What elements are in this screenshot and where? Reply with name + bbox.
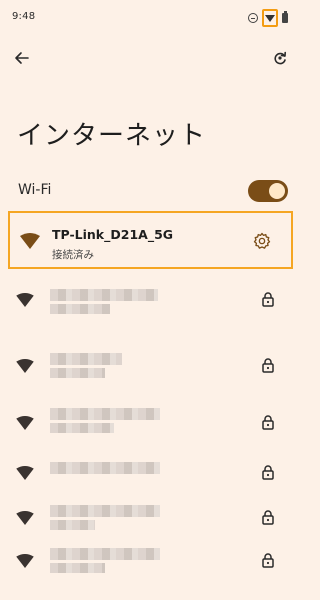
network-name-redacted	[50, 462, 160, 474]
network-name: TP-Link_D21A_5G	[52, 227, 174, 242]
back-button[interactable]	[10, 46, 34, 70]
lock-icon	[262, 553, 274, 568]
network-list-item[interactable]	[0, 533, 300, 591]
internet-settings-screen: 9:48 インターネット Wi-Fi TP-Link_D21A_5G 接続済み	[0, 0, 300, 600]
refresh-button[interactable]	[268, 46, 292, 70]
network-name-redacted	[50, 289, 158, 301]
page-title: インターネット	[17, 121, 207, 151]
wifi-icon	[16, 416, 34, 430]
network-name-redacted	[50, 353, 122, 365]
status-bar: 9:48	[0, 0, 300, 36]
wifi-icon	[20, 233, 40, 249]
toolbar	[0, 40, 300, 76]
network-list-item[interactable]	[0, 338, 300, 396]
lock-icon	[262, 510, 274, 525]
arrow-left-icon	[15, 52, 29, 64]
network-list-item[interactable]	[0, 272, 300, 330]
status-time: 9:48	[12, 11, 36, 22]
do-not-disturb-icon	[248, 13, 258, 23]
network-detail-redacted	[50, 368, 105, 378]
network-detail-redacted	[50, 304, 110, 314]
wifi-icon	[16, 466, 34, 480]
network-detail-redacted	[50, 563, 105, 573]
network-name-redacted	[50, 505, 160, 517]
lock-icon	[262, 292, 274, 307]
network-status: 接続済み	[52, 249, 94, 261]
refresh-icon	[274, 51, 286, 65]
wifi-toggle-switch[interactable]	[248, 180, 288, 202]
wifi-icon	[16, 359, 34, 373]
wifi-icon	[16, 554, 34, 568]
gear-icon[interactable]	[253, 232, 271, 250]
wifi-toggle-row[interactable]: Wi-Fi	[0, 174, 300, 208]
toggle-knob	[269, 183, 285, 199]
network-detail-redacted	[50, 520, 95, 530]
network-detail-redacted	[50, 423, 114, 433]
lock-icon	[262, 415, 274, 430]
status-icons	[248, 8, 288, 28]
wifi-status-icon	[262, 9, 278, 27]
wifi-icon	[16, 511, 34, 525]
wifi-label: Wi-Fi	[18, 182, 52, 198]
network-name-redacted	[50, 548, 160, 560]
lock-icon	[262, 465, 274, 480]
connected-network-item[interactable]: TP-Link_D21A_5G 接続済み	[8, 211, 293, 269]
wifi-icon	[16, 293, 34, 307]
battery-icon	[282, 11, 288, 23]
lock-icon	[262, 358, 274, 373]
network-name-redacted	[50, 408, 160, 420]
